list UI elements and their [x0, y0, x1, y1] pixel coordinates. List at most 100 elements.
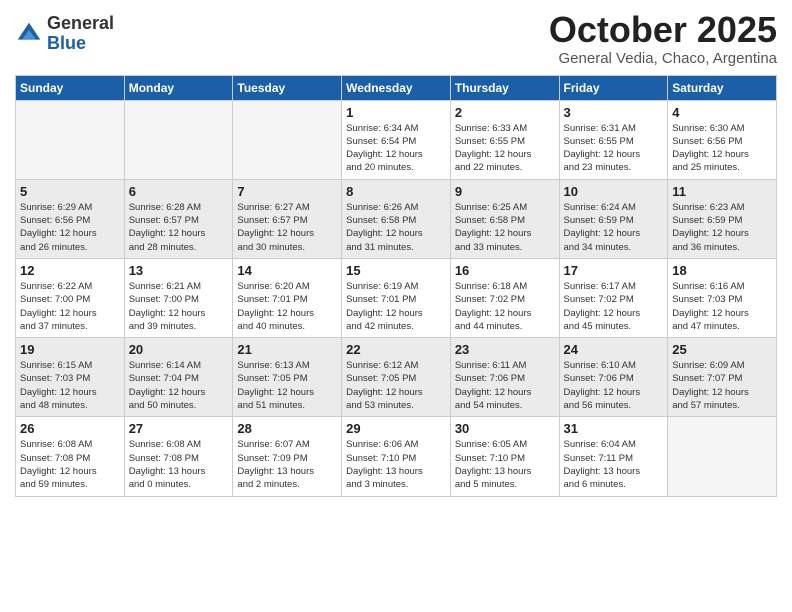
logo: General Blue [15, 14, 114, 54]
table-row: 22Sunrise: 6:12 AM Sunset: 7:05 PM Dayli… [342, 338, 451, 417]
table-row: 31 Sunrise: 6:04 AM Sunset: 7:11 PM Dayli… [559, 417, 668, 496]
table-row [233, 100, 342, 179]
col-monday: Monday [124, 75, 233, 100]
table-row: 17 Sunrise: 6:17 AM Sunset: 7:02 PM Dayli… [559, 258, 668, 337]
day-number: 16 [455, 263, 555, 278]
day-info: Sunrise: 6:30 AM Sunset: 6:56 PM Dayligh… [672, 122, 772, 175]
table-row: 30 Sunrise: 6:05 AM Sunset: 7:10 PM Dayli… [450, 417, 559, 496]
table-row: 26Sunrise: 6:08 AM Sunset: 7:08 PM Dayli… [16, 417, 125, 496]
col-thursday: Thursday [450, 75, 559, 100]
table-row: 29Sunrise: 6:06 AM Sunset: 7:10 PM Dayli… [342, 417, 451, 496]
table-row: 28Sunrise: 6:07 AM Sunset: 7:09 PM Dayli… [233, 417, 342, 496]
day-info: Sunrise: 6:07 AM Sunset: 7:09 PM Dayligh… [237, 438, 337, 491]
calendar-week-row: 19Sunrise: 6:15 AM Sunset: 7:03 PM Dayli… [16, 338, 777, 417]
col-sunday: Sunday [16, 75, 125, 100]
day-number: 11 [672, 184, 772, 199]
day-info: Sunrise: 6:28 AM Sunset: 6:57 PM Dayligh… [129, 201, 229, 254]
day-number: 24 [564, 342, 664, 357]
day-number: 8 [346, 184, 446, 199]
day-info: Sunrise: 6:18 AM Sunset: 7:02 PM Dayligh… [455, 280, 555, 333]
day-number: 13 [129, 263, 229, 278]
table-row: 23Sunrise: 6:11 AM Sunset: 7:06 PM Dayli… [450, 338, 559, 417]
day-info: Sunrise: 6:08 AM Sunset: 7:08 PM Dayligh… [20, 438, 120, 491]
day-info: Sunrise: 6:23 AM Sunset: 6:59 PM Dayligh… [672, 201, 772, 254]
day-number: 22 [346, 342, 446, 357]
table-row: 8 Sunrise: 6:26 AM Sunset: 6:58 PM Daylig… [342, 179, 451, 258]
table-row: 16 Sunrise: 6:18 AM Sunset: 7:02 PM Dayli… [450, 258, 559, 337]
header: General Blue October 2025 General Vedia,… [15, 10, 777, 67]
day-info: Sunrise: 6:33 AM Sunset: 6:55 PM Dayligh… [455, 122, 555, 175]
day-number: 18 [672, 263, 772, 278]
calendar-week-row: 26Sunrise: 6:08 AM Sunset: 7:08 PM Dayli… [16, 417, 777, 496]
day-info: Sunrise: 6:14 AM Sunset: 7:04 PM Dayligh… [129, 359, 229, 412]
table-row: 21Sunrise: 6:13 AM Sunset: 7:05 PM Dayli… [233, 338, 342, 417]
day-info: Sunrise: 6:11 AM Sunset: 7:06 PM Dayligh… [455, 359, 555, 412]
day-number: 4 [672, 105, 772, 120]
day-info: Sunrise: 6:05 AM Sunset: 7:10 PM Dayligh… [455, 438, 555, 491]
day-info: Sunrise: 6:16 AM Sunset: 7:03 PM Dayligh… [672, 280, 772, 333]
day-number: 30 [455, 421, 555, 436]
logo-general-text: General [47, 14, 114, 34]
table-row: 2 Sunrise: 6:33 AM Sunset: 6:55 PM Daylig… [450, 100, 559, 179]
day-number: 6 [129, 184, 229, 199]
day-number: 9 [455, 184, 555, 199]
table-row: 25 Sunrise: 6:09 AM Sunset: 7:07 PM Dayli… [668, 338, 777, 417]
table-row: 4 Sunrise: 6:30 AM Sunset: 6:56 PM Daylig… [668, 100, 777, 179]
title-area: October 2025 General Vedia, Chaco, Argen… [549, 10, 777, 67]
day-number: 14 [237, 263, 337, 278]
table-row: 11 Sunrise: 6:23 AM Sunset: 6:59 PM Dayli… [668, 179, 777, 258]
table-row: 3 Sunrise: 6:31 AM Sunset: 6:55 PM Daylig… [559, 100, 668, 179]
day-number: 15 [346, 263, 446, 278]
subtitle: General Vedia, Chaco, Argentina [549, 50, 777, 67]
table-row [16, 100, 125, 179]
calendar-week-row: 12 Sunrise: 6:22 AM Sunset: 7:00 PM Dayli… [16, 258, 777, 337]
day-info: Sunrise: 6:20 AM Sunset: 7:01 PM Dayligh… [237, 280, 337, 333]
day-info: Sunrise: 6:22 AM Sunset: 7:00 PM Dayligh… [20, 280, 120, 333]
col-wednesday: Wednesday [342, 75, 451, 100]
day-info: Sunrise: 6:24 AM Sunset: 6:59 PM Dayligh… [564, 201, 664, 254]
table-row: 18 Sunrise: 6:16 AM Sunset: 7:03 PM Dayli… [668, 258, 777, 337]
calendar-table: Sunday Monday Tuesday Wednesday Thursday… [15, 75, 777, 497]
table-row: 7Sunrise: 6:27 AM Sunset: 6:57 PM Daylig… [233, 179, 342, 258]
table-row: 14 Sunrise: 6:20 AM Sunset: 7:01 PM Dayli… [233, 258, 342, 337]
page-container: General Blue October 2025 General Vedia,… [0, 0, 792, 612]
day-number: 12 [20, 263, 120, 278]
day-info: Sunrise: 6:26 AM Sunset: 6:58 PM Dayligh… [346, 201, 446, 254]
day-number: 25 [672, 342, 772, 357]
day-number: 3 [564, 105, 664, 120]
table-row: 15 Sunrise: 6:19 AM Sunset: 7:01 PM Dayli… [342, 258, 451, 337]
col-tuesday: Tuesday [233, 75, 342, 100]
table-row: 10Sunrise: 6:24 AM Sunset: 6:59 PM Dayli… [559, 179, 668, 258]
day-number: 31 [564, 421, 664, 436]
calendar-week-row: 1 Sunrise: 6:34 AM Sunset: 6:54 PM Daylig… [16, 100, 777, 179]
day-number: 17 [564, 263, 664, 278]
col-saturday: Saturday [668, 75, 777, 100]
day-info: Sunrise: 6:31 AM Sunset: 6:55 PM Dayligh… [564, 122, 664, 175]
day-info: Sunrise: 6:15 AM Sunset: 7:03 PM Dayligh… [20, 359, 120, 412]
table-row: 12 Sunrise: 6:22 AM Sunset: 7:00 PM Dayli… [16, 258, 125, 337]
calendar-header-row: Sunday Monday Tuesday Wednesday Thursday… [16, 75, 777, 100]
day-info: Sunrise: 6:10 AM Sunset: 7:06 PM Dayligh… [564, 359, 664, 412]
col-friday: Friday [559, 75, 668, 100]
day-info: Sunrise: 6:27 AM Sunset: 6:57 PM Dayligh… [237, 201, 337, 254]
day-info: Sunrise: 6:04 AM Sunset: 7:11 PM Dayligh… [564, 438, 664, 491]
table-row: 9 Sunrise: 6:25 AM Sunset: 6:58 PM Daylig… [450, 179, 559, 258]
month-title: October 2025 [549, 10, 777, 50]
day-info: Sunrise: 6:17 AM Sunset: 7:02 PM Dayligh… [564, 280, 664, 333]
calendar-week-row: 5Sunrise: 6:29 AM Sunset: 6:56 PM Daylig… [16, 179, 777, 258]
day-number: 20 [129, 342, 229, 357]
day-info: Sunrise: 6:13 AM Sunset: 7:05 PM Dayligh… [237, 359, 337, 412]
table-row: 20 Sunrise: 6:14 AM Sunset: 7:04 PM Dayli… [124, 338, 233, 417]
day-number: 1 [346, 105, 446, 120]
day-info: Sunrise: 6:21 AM Sunset: 7:00 PM Dayligh… [129, 280, 229, 333]
day-info: Sunrise: 6:25 AM Sunset: 6:58 PM Dayligh… [455, 201, 555, 254]
day-info: Sunrise: 6:34 AM Sunset: 6:54 PM Dayligh… [346, 122, 446, 175]
day-number: 27 [129, 421, 229, 436]
day-info: Sunrise: 6:19 AM Sunset: 7:01 PM Dayligh… [346, 280, 446, 333]
table-row: 27Sunrise: 6:08 AM Sunset: 7:08 PM Dayli… [124, 417, 233, 496]
day-number: 2 [455, 105, 555, 120]
day-number: 29 [346, 421, 446, 436]
logo-icon [15, 20, 43, 48]
logo-blue-text: Blue [47, 34, 114, 54]
day-info: Sunrise: 6:09 AM Sunset: 7:07 PM Dayligh… [672, 359, 772, 412]
